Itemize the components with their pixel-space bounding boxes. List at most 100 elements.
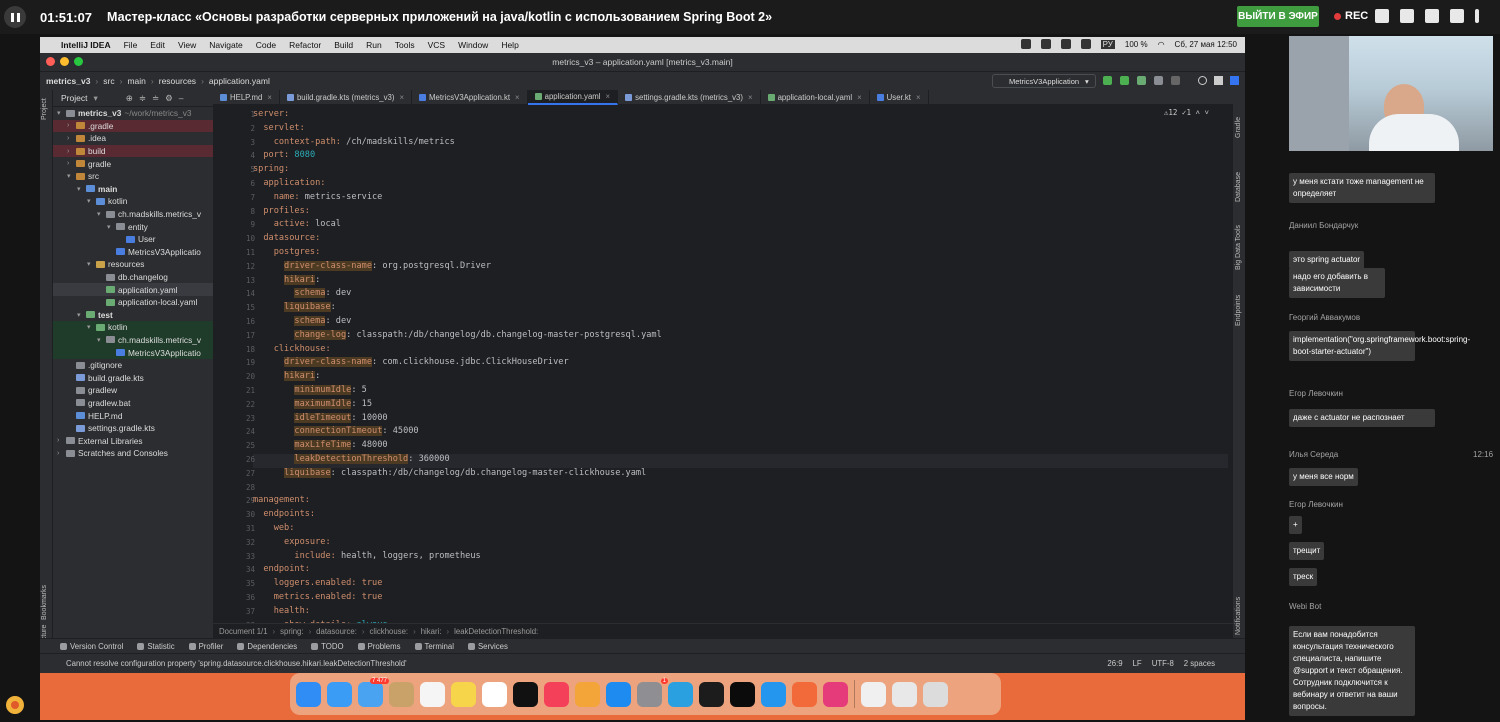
code-line[interactable]: servlet: xyxy=(253,123,304,133)
code-line[interactable]: maximumIdle: 15 xyxy=(253,398,372,409)
chevron-right-icon[interactable]: › xyxy=(57,450,66,457)
code-line[interactable]: change-log: classpath:/db/changelog/db.c… xyxy=(253,329,662,340)
editor-tab[interactable]: settings.gradle.kts (metrics_v3) × xyxy=(618,89,761,105)
code-editor[interactable]: ⚠12 ✓1 ˄ ˅ 1 server: 2 servlet: 3 context-p… xyxy=(213,105,1233,623)
chevron-down-icon[interactable]: ▾ xyxy=(97,336,106,344)
breadcrumb-item[interactable]: Document 1/1 xyxy=(219,627,268,636)
close-tab-icon[interactable]: × xyxy=(916,93,921,102)
run-configuration-select[interactable]: MetricsV3Application ▾ xyxy=(992,74,1096,88)
code-line[interactable]: context-path: /ch/madskills/metrics xyxy=(253,137,455,147)
chevron-down-icon[interactable]: ▾ xyxy=(87,323,96,331)
tree-node[interactable]: › Scratches and Consoles xyxy=(53,447,213,460)
nav-path-item[interactable]: src xyxy=(103,76,114,86)
code-line[interactable]: application: xyxy=(253,178,325,188)
code-line[interactable]: connectionTimeout: 45000 xyxy=(253,426,419,437)
editor-tab[interactable]: MetricsV3Application.kt × xyxy=(412,89,528,105)
inspection-widget[interactable]: ⚠12 ✓1 ˄ ˅ xyxy=(1164,108,1209,118)
app-store-icon[interactable] xyxy=(606,681,631,707)
chat-icon[interactable] xyxy=(1375,9,1389,23)
gradle-tool-tab[interactable]: Gradle xyxy=(1235,117,1242,138)
menu-item-file[interactable]: File xyxy=(124,40,138,50)
code-line[interactable]: active: local xyxy=(253,219,341,229)
expand-all-icon[interactable]: ≑ xyxy=(139,93,146,104)
tree-node[interactable]: ▾ ch.madskills.metrics_v xyxy=(53,333,213,347)
tree-node[interactable]: › External Libraries xyxy=(53,434,213,447)
tree-node[interactable]: ▾ kotlin xyxy=(53,195,213,208)
code-line[interactable]: hikari: xyxy=(253,371,320,382)
menu-item-navigate[interactable]: Navigate xyxy=(209,40,243,50)
options-icon[interactable]: ⚙ xyxy=(165,93,173,104)
chevron-right-icon[interactable]: › xyxy=(67,160,76,167)
nav-path-item[interactable]: main xyxy=(127,76,145,86)
tool-window-dependencies[interactable]: Dependencies xyxy=(237,642,297,651)
breadcrumb-item[interactable]: datasource: xyxy=(316,627,357,636)
intellij-icon[interactable] xyxy=(823,681,848,707)
terminal-icon[interactable] xyxy=(730,681,755,707)
code-line[interactable]: endpoint: xyxy=(253,564,310,574)
coverage-icon[interactable] xyxy=(1137,76,1146,85)
chevron-right-icon[interactable]: › xyxy=(67,122,76,129)
tree-node[interactable]: build.gradle.kts xyxy=(53,371,213,384)
document-icon[interactable] xyxy=(861,681,886,707)
tool-window-todo[interactable]: TODO xyxy=(311,642,344,651)
postman-icon[interactable] xyxy=(792,681,817,707)
tree-node[interactable]: HELP.md xyxy=(53,409,213,422)
chat-message[interactable]: трещит xyxy=(1289,542,1325,560)
chevron-down-icon[interactable]: ▾ xyxy=(77,185,86,193)
nav-path-item[interactable]: application.yaml xyxy=(209,76,270,86)
menu-item-vcs[interactable]: VCS xyxy=(428,40,445,50)
chat-message[interactable]: это spring actuator xyxy=(1289,251,1365,269)
tree-node[interactable]: gradlew.bat xyxy=(53,397,213,410)
code-line[interactable]: datasource: xyxy=(253,233,320,243)
close-tab-icon[interactable]: × xyxy=(857,93,862,102)
tree-node[interactable]: ▾ entity xyxy=(53,220,213,233)
project-view-select[interactable]: Project xyxy=(61,93,87,103)
collapse-all-icon[interactable]: ≐ xyxy=(152,93,159,104)
tool-window-statistic[interactable]: Statistic xyxy=(137,642,175,651)
code-line[interactable]: profiles: xyxy=(253,206,310,216)
search-everywhere-icon[interactable] xyxy=(1198,76,1207,85)
menu-item-window[interactable]: Window xyxy=(458,40,488,50)
minimize-window-icon[interactable] xyxy=(60,57,69,66)
tool-window-version-control[interactable]: Version Control xyxy=(60,642,123,651)
code-line[interactable]: liquibase: xyxy=(253,302,336,313)
menu-item-refactor[interactable]: Refactor xyxy=(289,40,321,50)
tree-node[interactable]: MetricsV3Applicatio xyxy=(53,346,213,359)
tree-node[interactable]: application-local.yaml xyxy=(53,296,213,309)
pages-icon[interactable] xyxy=(575,681,600,707)
code-line[interactable]: idleTimeout: 10000 xyxy=(253,412,388,423)
code-line[interactable]: leakDetectionThreshold: 360000 xyxy=(253,454,450,464)
chat-message[interactable]: у меня все норм xyxy=(1289,468,1358,486)
notifications-tool-tab[interactable]: Notifications xyxy=(1235,597,1242,635)
status-icon[interactable] xyxy=(1080,39,1091,49)
zoom-window-icon[interactable] xyxy=(74,57,83,66)
code-line[interactable]: health: xyxy=(253,606,310,616)
code-line[interactable]: driver-class-name: org.postgresql.Driver xyxy=(253,260,491,271)
chevron-down-icon[interactable]: ▾ xyxy=(107,223,116,231)
toolbox-icon[interactable] xyxy=(1230,76,1239,85)
participants-icon[interactable] xyxy=(1425,9,1439,23)
code-line[interactable]: schema: dev xyxy=(253,316,351,326)
battery-percent[interactable]: 100 % xyxy=(1125,40,1148,49)
editor-tab[interactable]: application-local.yaml × xyxy=(761,89,870,105)
tree-node[interactable]: › .gradle xyxy=(53,119,213,133)
files-icon[interactable] xyxy=(1450,9,1464,23)
wifi-icon[interactable]: ◠ xyxy=(1158,40,1165,49)
question-icon[interactable] xyxy=(1400,9,1414,23)
chat-message[interactable]: Если вам понадобится консультация технич… xyxy=(1289,626,1415,716)
tool-window-problems[interactable]: Problems xyxy=(357,642,401,651)
tree-node[interactable]: ▾ src xyxy=(53,170,213,183)
debug-icon[interactable] xyxy=(1120,76,1129,85)
code-line[interactable]: minimumIdle: 5 xyxy=(253,385,367,395)
editor-tab[interactable]: HELP.md × xyxy=(213,89,280,105)
tree-node[interactable]: ▾ ch.madskills.metrics_v xyxy=(53,208,213,221)
more-icon[interactable] xyxy=(1475,9,1479,23)
notes-icon[interactable] xyxy=(451,681,476,707)
stop-icon[interactable] xyxy=(1171,76,1180,85)
menu-app-name[interactable]: IntelliJ IDEA xyxy=(61,40,111,50)
chat-message[interactable]: implementation("org.springframework.boot… xyxy=(1289,331,1470,361)
tree-node[interactable]: ▾ resources xyxy=(53,258,213,271)
reminders-icon[interactable] xyxy=(420,681,445,707)
editor-tab[interactable]: application.yaml × xyxy=(527,89,619,105)
tree-node[interactable]: MetricsV3Applicatio xyxy=(53,246,213,259)
